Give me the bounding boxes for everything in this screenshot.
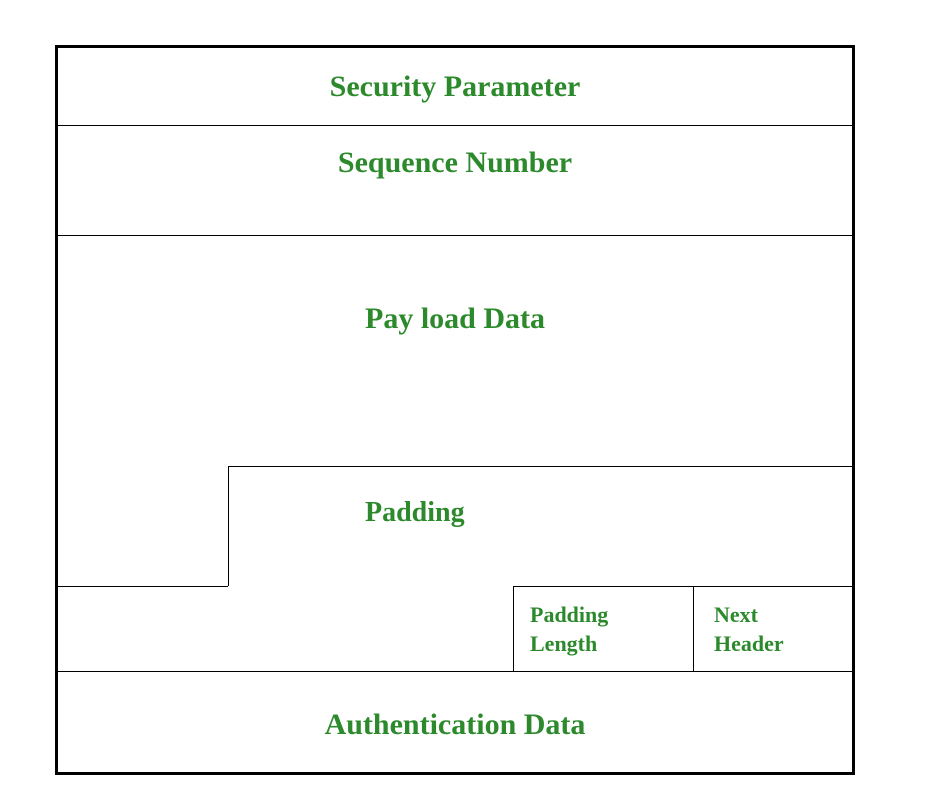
label-security-parameter: Security Parameter — [330, 70, 581, 104]
row-padlen-nexthdr: Padding Length Next Header — [58, 586, 852, 672]
field-sequence-number: Sequence Number — [58, 126, 852, 236]
padding-left-stub — [58, 586, 228, 587]
label-padding-length-l2: Length — [530, 631, 597, 656]
label-padding-length-l1: Padding — [530, 602, 608, 627]
label-next-header-l2: Header — [714, 631, 784, 656]
field-payload-data: Pay load Data — [58, 236, 852, 466]
label-sequence-number: Sequence Number — [338, 146, 572, 179]
padding-notch: Padding — [228, 466, 852, 586]
field-security-parameter: Security Parameter — [58, 48, 852, 126]
field-authentication-data: Authentication Data — [58, 672, 852, 772]
label-next-header-l1: Next — [714, 602, 758, 627]
field-next-header: Next Header — [693, 586, 852, 671]
esp-header-diagram: Security Parameter Sequence Number Pay l… — [55, 45, 855, 775]
field-padding-length: Padding Length — [513, 586, 693, 671]
label-payload-data: Pay load Data — [365, 302, 545, 336]
label-authentication-data: Authentication Data — [325, 708, 586, 742]
label-padding: Padding — [365, 497, 465, 528]
field-padding: Padding — [58, 466, 852, 586]
